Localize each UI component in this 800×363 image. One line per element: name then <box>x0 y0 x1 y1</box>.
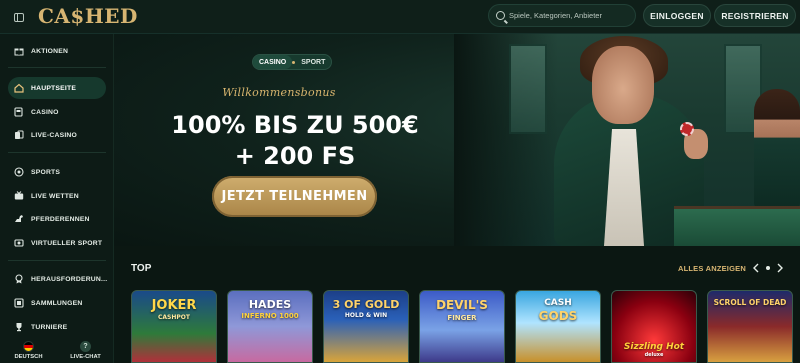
background-woman-figure <box>754 89 800 209</box>
bonus-headline: 100% BIS ZU 500€ + 200 FS <box>114 110 476 172</box>
sidebar-item-label: LIVE WETTEN <box>31 192 79 200</box>
sidebar-item-label: PFERDERENNEN <box>31 215 90 223</box>
sidebar-divider <box>8 260 106 261</box>
bonus-headline-line1: 100% BIS ZU 500€ <box>171 111 419 139</box>
game-subtitle: HOLD & WIN <box>344 312 388 319</box>
challenge-badge-icon <box>14 274 24 284</box>
collection-icon <box>14 298 24 308</box>
sidebar-footer: DEUTSCH ? LIVE-CHAT <box>0 339 114 363</box>
dealer-face <box>592 46 654 124</box>
german-flag-icon <box>23 341 34 352</box>
casino-chip-icon <box>680 122 694 136</box>
sidebar-item-sports[interactable]: SPORTS <box>8 161 106 183</box>
sidebar-divider <box>8 152 106 153</box>
tab-sport[interactable]: SPORT <box>295 59 331 66</box>
sidebar-item-herausforderungen[interactable]: HERAUSFORDERUN... <box>8 268 108 290</box>
sidebar-item-label: CASINO <box>31 108 59 116</box>
window-decoration <box>509 44 547 134</box>
live-chat-label: LIVE-CHAT <box>70 354 101 360</box>
top-header: CA$HED EINLOGGEN REGISTRIEREN <box>0 0 800 34</box>
sidebar-item-live-casino[interactable]: LIVE-CASINO <box>8 124 106 146</box>
search-input[interactable] <box>509 11 627 20</box>
game-title: Sizzling Hot <box>623 342 685 352</box>
sidebar-divider <box>8 67 106 68</box>
sidebar-item-label: VIRTUELLER SPORT <box>31 239 103 247</box>
chat-icon: ? <box>80 341 91 352</box>
live-chat-button[interactable]: ? LIVE-CHAT <box>60 339 112 363</box>
live-tv-icon <box>14 191 24 201</box>
cards-icon <box>14 130 24 140</box>
home-icon <box>14 83 24 93</box>
sidebar: AKTIONEN HAUPTSEITE CASINO LIVE-CASINO S… <box>0 34 114 363</box>
sidebar-item-live-wetten[interactable]: LIVE WETTEN <box>8 185 106 207</box>
sidebar-item-label: HERAUSFORDERUN... <box>31 275 108 283</box>
sidebar-item-label: SAMMLUNGEN <box>31 299 83 307</box>
sidebar-item-label: SPORTS <box>31 168 61 176</box>
sidebar-item-casino[interactable]: CASINO <box>8 101 106 123</box>
sidebar-item-label: TURNIERE <box>31 323 68 331</box>
hero-banner[interactable]: CASINO SPORT Willkommensbonus 100% BIS Z… <box>114 34 800 246</box>
game-tile[interactable]: DEVIL'S FINGER <box>419 290 505 363</box>
chevron-left-icon[interactable] <box>750 262 762 274</box>
game-subtitle: GODS <box>538 309 578 323</box>
sidebar-item-label: LIVE-CASINO <box>31 131 78 139</box>
game-tile[interactable]: JOKER CASHPOT <box>131 290 217 363</box>
chevron-right-icon[interactable] <box>774 262 786 274</box>
search-box[interactable] <box>488 4 636 27</box>
sidebar-item-turniere[interactable]: TURNIERE <box>8 316 106 338</box>
sidebar-item-aktionen[interactable]: AKTIONEN <box>8 40 106 62</box>
sidebar-item-sammlungen[interactable]: SAMMLUNGEN <box>8 292 106 314</box>
register-button[interactable]: REGISTRIEREN <box>714 4 796 27</box>
soccer-ball-icon <box>14 167 24 177</box>
show-all-link[interactable]: ALLES ANZEIGEN <box>678 264 746 273</box>
top-games-row: JOKER CASHPOT HADES INFERNO 1000 3 OF GO… <box>131 290 800 363</box>
game-tile[interactable]: CASH GODS <box>515 290 601 363</box>
game-subtitle: deluxe <box>644 352 664 358</box>
section-title-top: TOP <box>131 263 152 274</box>
bonus-headline-line2: + 200 FS <box>234 142 356 170</box>
sidebar-item-hauptseite[interactable]: HAUPTSEITE <box>8 77 106 99</box>
casino-table <box>674 206 800 246</box>
welcome-bonus-title: Willkommensbonus <box>222 86 336 99</box>
game-tile[interactable]: Sizzling Hot deluxe <box>611 290 697 363</box>
login-button[interactable]: EINLOGGEN <box>643 4 711 27</box>
game-tile[interactable]: 3 OF GOLD HOLD & WIN <box>323 290 409 363</box>
trophy-icon <box>14 322 24 332</box>
pager-dot <box>766 266 770 270</box>
search-icon <box>496 11 505 20</box>
language-button[interactable]: DEUTSCH <box>3 339 55 363</box>
game-subtitle: FINGER <box>447 314 477 322</box>
game-title: 3 OF GOLD <box>332 298 400 311</box>
sidebar-item-pferderennen[interactable]: PFERDERENNEN <box>8 208 106 230</box>
game-title: DEVIL'S <box>436 298 488 312</box>
virtual-sport-icon <box>14 238 24 248</box>
casino-sport-switch: CASINO SPORT <box>252 54 333 70</box>
game-subtitle: INFERNO 1000 <box>241 312 299 320</box>
horse-icon <box>14 214 24 224</box>
gift-icon <box>14 46 24 56</box>
sidebar-item-label: AKTIONEN <box>31 47 69 55</box>
game-tile[interactable]: HADES INFERNO 1000 <box>227 290 313 363</box>
game-subtitle: CASHPOT <box>158 314 190 321</box>
game-title: JOKER <box>151 298 197 313</box>
join-now-button[interactable]: JETZT TEILNEHMEN <box>212 176 377 217</box>
slot-machine-icon <box>14 107 24 117</box>
game-tile[interactable]: SCROLL OF DEAD <box>707 290 793 363</box>
sidebar-item-virtueller-sport[interactable]: VIRTUELLER SPORT <box>8 232 106 254</box>
game-title: HADES <box>248 298 292 311</box>
brand-logo[interactable]: CA$HED <box>38 4 138 28</box>
sidebar-item-label: HAUPTSEITE <box>31 84 77 92</box>
language-label: DEUTSCH <box>14 354 43 360</box>
game-title: CASH <box>544 298 572 308</box>
tab-casino[interactable]: CASINO <box>253 55 293 69</box>
sidebar-toggle-icon[interactable] <box>10 8 28 26</box>
game-title: SCROLL OF DEAD <box>713 298 787 307</box>
